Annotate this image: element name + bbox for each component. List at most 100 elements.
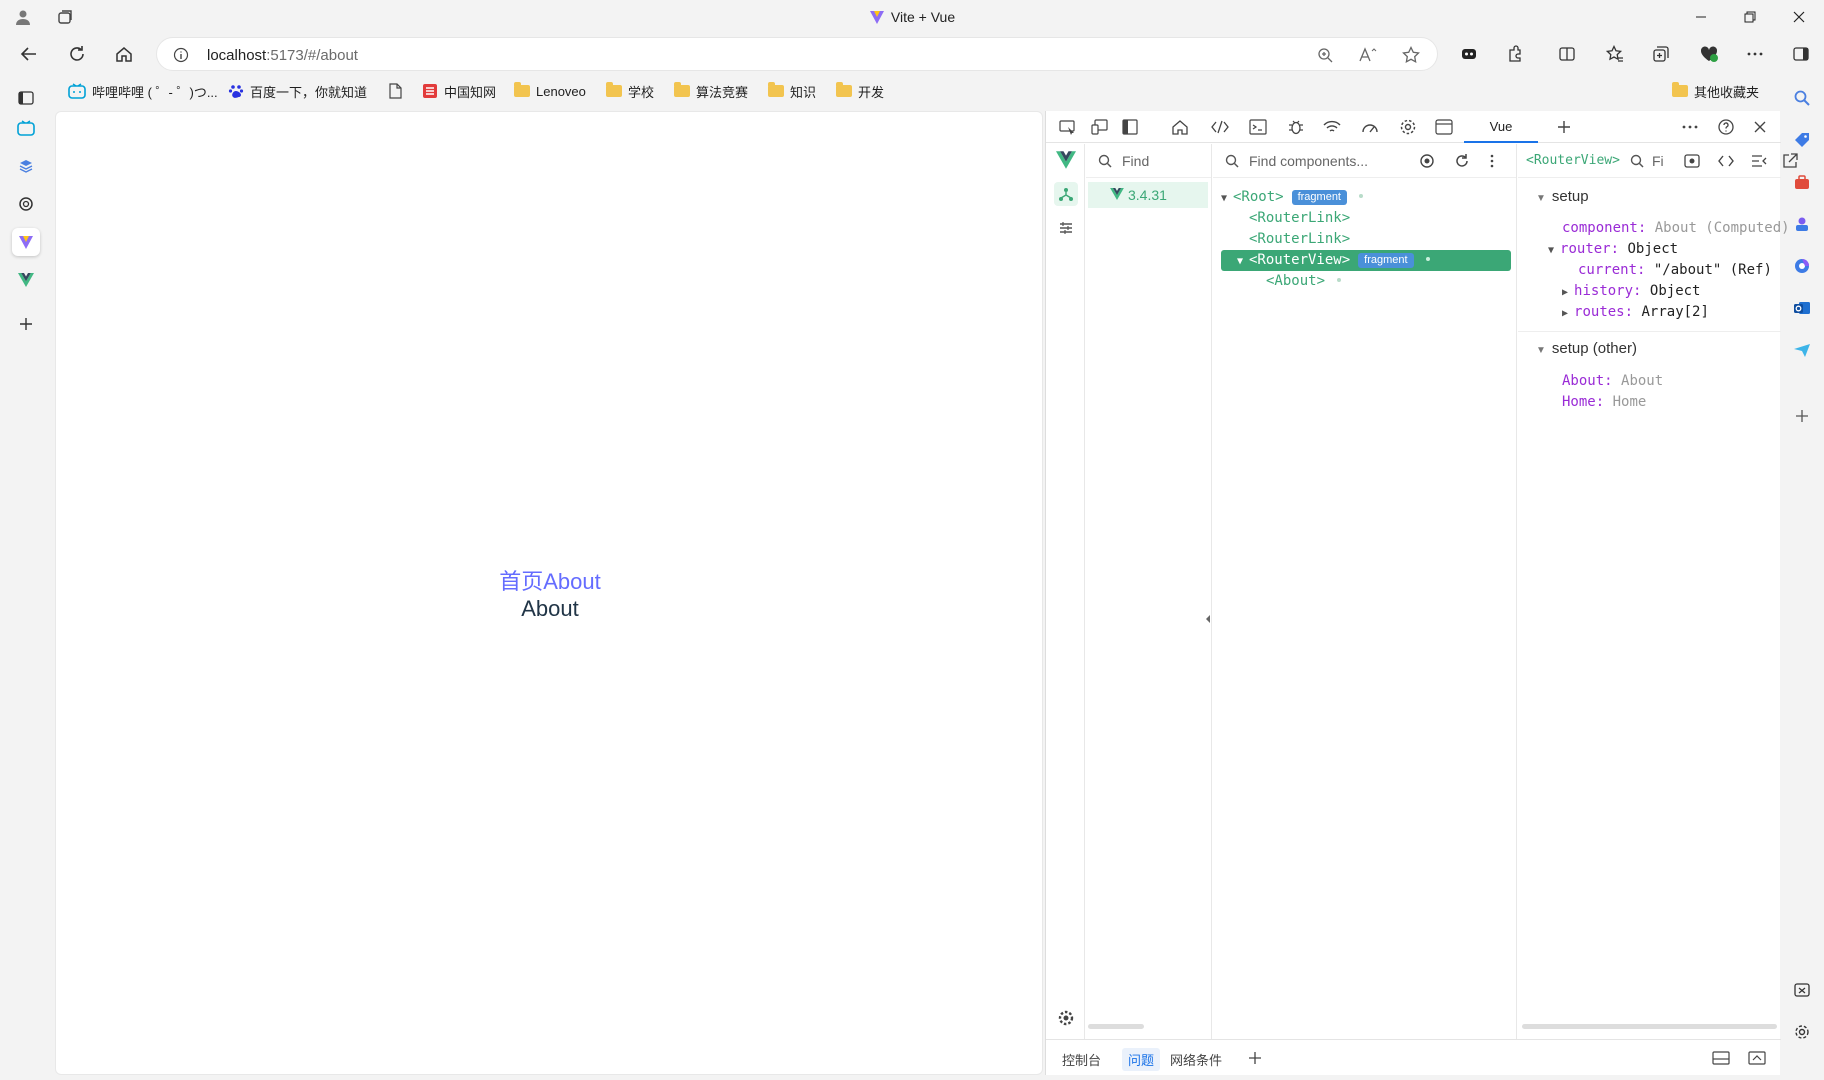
expand-caret-icon[interactable]: ▼ [1221, 188, 1233, 209]
close-window-button[interactable] [1776, 4, 1822, 30]
expand-caret-icon[interactable]: ▼ [1237, 251, 1249, 272]
console-icon[interactable] [1246, 116, 1270, 138]
expand-caret-icon[interactable]: ▼ [1536, 193, 1546, 204]
settings-gear-icon[interactable] [1396, 116, 1420, 138]
tree-node-routerlink[interactable]: <RouterLink> [1221, 229, 1511, 250]
sidebar-settings-icon[interactable] [1788, 1018, 1816, 1046]
tab-vue[interactable]: Vue [1464, 111, 1538, 143]
layers-tab-icon[interactable] [12, 152, 40, 180]
sources-bug-icon[interactable] [1284, 116, 1308, 138]
inspect-dom-icon[interactable] [1718, 153, 1734, 169]
expand-caret-icon[interactable]: ▶ [1562, 287, 1568, 298]
outlook-icon[interactable] [1788, 294, 1816, 322]
prop-history[interactable]: ▶ history: Object [1562, 283, 1700, 299]
search-icon[interactable] [1788, 84, 1816, 112]
expand-caret-icon[interactable]: ▶ [1562, 308, 1568, 319]
inspect-element-icon[interactable] [1056, 116, 1080, 138]
components-tree-icon[interactable] [1054, 182, 1078, 206]
bookmark-folder-school[interactable]: 学校 [606, 80, 654, 102]
close-drawer-icon[interactable] [1748, 1051, 1766, 1065]
drawer-tab-console[interactable]: 控制台 [1062, 1050, 1101, 1069]
browser-essentials-icon[interactable] [1694, 40, 1724, 68]
sidebar-toggle-icon[interactable] [1786, 40, 1816, 68]
tree-node-root[interactable]: ▼ <Root> fragment [1221, 187, 1511, 208]
network-wifi-icon[interactable] [1320, 116, 1344, 138]
search-icon[interactable] [1630, 154, 1644, 168]
welcome-home-icon[interactable] [1168, 116, 1192, 138]
collapse-all-icon[interactable] [1751, 153, 1767, 169]
application-window-icon[interactable] [1432, 116, 1456, 138]
add-drawer-tab-icon[interactable] [1248, 1051, 1262, 1065]
tree-menu-icon[interactable] [1489, 153, 1495, 169]
about-link[interactable]: About [543, 569, 601, 594]
bookmark-folder-dev[interactable]: 开发 [836, 80, 884, 102]
collapse-pane-icon[interactable] [1205, 614, 1211, 624]
prop-router[interactable]: ▼ router: Object [1548, 241, 1678, 257]
read-aloud-icon[interactable] [1359, 47, 1377, 63]
restore-button[interactable] [1727, 4, 1773, 30]
devtools-more-icon[interactable] [1678, 116, 1702, 138]
bookmark-folder-other[interactable]: 其他收藏夹 [1672, 80, 1759, 102]
horizontal-scrollbar[interactable] [1522, 1024, 1777, 1029]
games-icon[interactable] [1788, 210, 1816, 238]
vite-tab-icon[interactable] [12, 228, 40, 256]
expand-caret-icon[interactable]: ▼ [1548, 245, 1554, 256]
bookmark-folder-lenoveo[interactable]: Lenoveo [514, 80, 586, 102]
bookmark-bilibili[interactable]: 哔哩哔哩 ( ゜- ゜)つ... [68, 80, 218, 102]
section-setup[interactable]: ▼ setup [1536, 188, 1589, 205]
vue-tab-icon[interactable] [12, 266, 40, 294]
bilibili-tab-icon[interactable] [12, 114, 40, 142]
bookmark-cnki[interactable]: 中国知网 [422, 80, 496, 102]
vue-settings-gear-icon[interactable] [1054, 1006, 1078, 1030]
elements-code-icon[interactable] [1208, 116, 1232, 138]
dock-side-icon[interactable] [1118, 116, 1142, 138]
tools-icon[interactable] [1788, 168, 1816, 196]
close-devtools-icon[interactable] [1748, 116, 1772, 138]
microsoft-365-icon[interactable] [1788, 252, 1816, 280]
split-screen-icon[interactable] [1552, 40, 1582, 68]
copilot-icon[interactable] [1454, 40, 1484, 68]
prop-routes[interactable]: ▶ routes: Array[2] [1562, 304, 1709, 320]
favorites-icon[interactable] [1600, 40, 1630, 68]
scroll-to-component-icon[interactable] [1684, 153, 1700, 169]
help-icon[interactable] [1714, 116, 1738, 138]
bookmark-folder-algorithms[interactable]: 算法竞赛 [674, 80, 748, 102]
app-version-item[interactable]: 3.4.31 [1088, 182, 1208, 208]
add-tool-icon[interactable] [1552, 116, 1576, 138]
bookmark-blank[interactable] [388, 80, 402, 102]
bookmark-baidu[interactable]: 百度一下，你就知道 [228, 80, 367, 102]
collections-icon[interactable] [1646, 40, 1676, 68]
device-emulation-icon[interactable] [1088, 116, 1112, 138]
minimize-button[interactable] [1678, 4, 1724, 30]
apps-search[interactable]: Find [1086, 144, 1211, 178]
zoom-icon[interactable] [1317, 47, 1333, 63]
drawer-tab-issues[interactable]: 问题 [1122, 1048, 1161, 1071]
drawer-tab-network-conditions[interactable]: 网络条件 [1170, 1050, 1222, 1069]
open-in-editor-icon[interactable] [1782, 153, 1798, 169]
new-tab-icon[interactable] [12, 310, 40, 338]
extensions-icon[interactable] [1500, 40, 1530, 68]
add-sidebar-app-icon[interactable] [1788, 402, 1816, 430]
components-search[interactable]: Find components... [1213, 144, 1516, 178]
back-button[interactable] [14, 40, 44, 68]
more-menu-icon[interactable] [1740, 40, 1770, 68]
select-component-target-icon[interactable] [1419, 153, 1435, 169]
tree-node-about[interactable]: <About> [1221, 271, 1511, 292]
tree-node-routerlink[interactable]: <RouterLink> [1221, 208, 1511, 229]
address-bar[interactable]: localhost:5173/#/about [156, 37, 1438, 71]
tree-node-routerview[interactable]: ▼ <RouterView> fragment [1221, 250, 1511, 271]
openai-tab-icon[interactable] [12, 190, 40, 218]
home-button[interactable] [109, 40, 139, 68]
section-setup-other[interactable]: ▼ setup (other) [1536, 340, 1637, 357]
horizontal-scrollbar[interactable] [1088, 1024, 1144, 1029]
tab-panel-icon[interactable] [12, 84, 40, 112]
shopping-tag-icon[interactable] [1788, 126, 1816, 154]
timeline-icon[interactable] [1054, 216, 1078, 240]
favorite-star-icon[interactable] [1402, 46, 1420, 64]
drop-icon[interactable] [1788, 336, 1816, 364]
bookmark-folder-knowledge[interactable]: 知识 [768, 80, 816, 102]
site-info-icon[interactable] [173, 47, 189, 63]
refresh-tree-icon[interactable] [1454, 153, 1470, 169]
home-link[interactable]: 首页 [499, 569, 543, 594]
screenshot-icon[interactable] [1788, 976, 1816, 1004]
